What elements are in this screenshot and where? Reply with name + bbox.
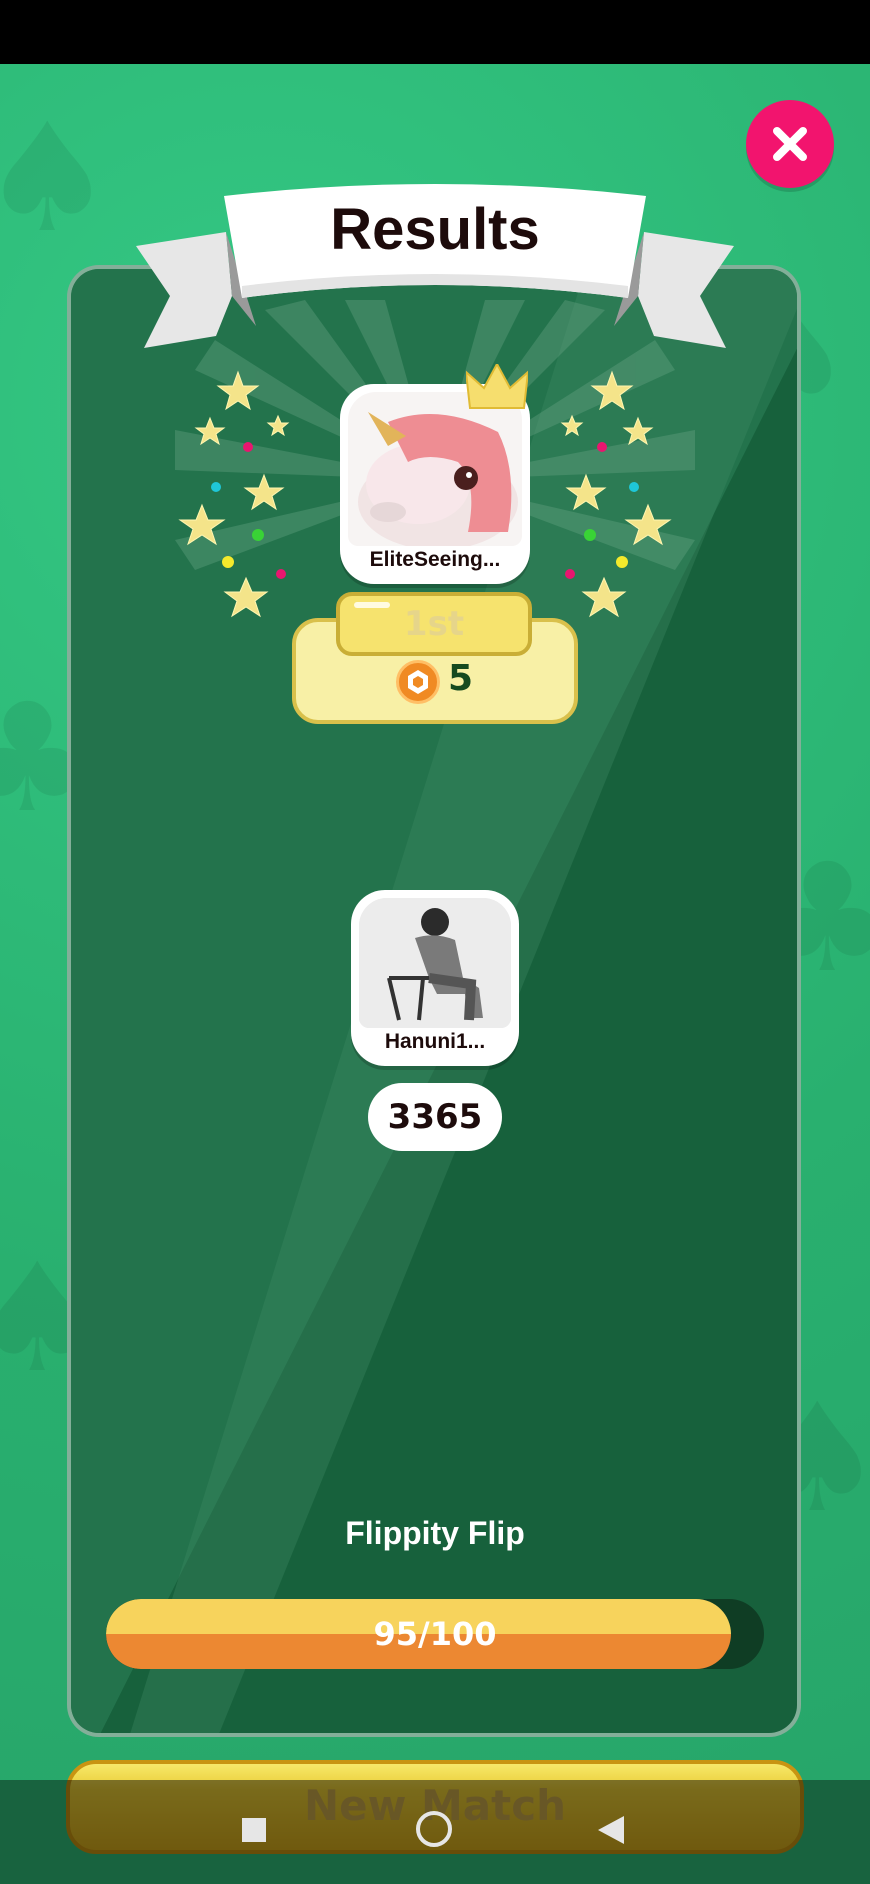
coin-icon [396,660,440,704]
close-button[interactable] [746,100,834,188]
close-icon [773,127,807,161]
rank-badge: 1st [336,592,532,656]
coin-count: 5 [448,658,474,699]
circle-icon[interactable] [416,1811,452,1847]
square-icon[interactable] [242,1818,266,1842]
game-name: Flippity Flip [345,1515,525,1551]
status-bar [0,0,870,64]
opponent-card[interactable]: Hanuni1... [351,890,519,1066]
page-title: Results [330,197,540,262]
winner-card[interactable]: EliteSeeing... [340,384,530,584]
rank-label: 1st [403,604,465,644]
winner-username: EliteSeeing... [369,548,501,571]
gloss [354,602,390,608]
opponent-avatar [359,898,511,1028]
opponent-score: 3365 [368,1083,502,1151]
winner-avatar [348,392,522,546]
triangle-back-icon[interactable] [598,1816,624,1844]
crown-icon [466,364,528,409]
opponent-username: Hanuni1... [384,1030,486,1053]
progress-text: 95/100 [373,1615,497,1653]
